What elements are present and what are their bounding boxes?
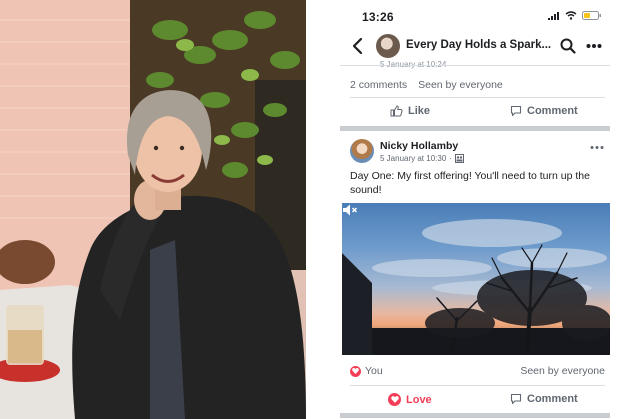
post-text: Day One: My first offering! You'll need … xyxy=(350,170,590,196)
post-separator xyxy=(340,413,610,418)
comment-count[interactable]: 2 comments xyxy=(350,79,407,91)
wifi-icon xyxy=(565,11,577,20)
author-name[interactable]: Nicky Hollamby xyxy=(380,140,458,152)
post-separator xyxy=(340,126,610,131)
status-bar: 13:26 xyxy=(340,0,610,30)
love-button[interactable]: Love xyxy=(388,393,432,406)
status-icons xyxy=(548,11,602,20)
divider xyxy=(340,65,610,66)
like-button[interactable]: Like xyxy=(390,105,430,117)
post-more-icon[interactable] xyxy=(590,145,604,150)
love-icon xyxy=(388,393,401,406)
divider xyxy=(350,385,605,386)
search-icon[interactable] xyxy=(560,38,576,54)
post-header: Nicky Hollamby 5 January at 10:30 · xyxy=(340,136,610,166)
like-label: Like xyxy=(408,105,431,117)
reaction-text: You xyxy=(365,365,383,377)
battery-icon xyxy=(582,11,601,20)
seen-by[interactable]: Seen by everyone xyxy=(520,365,605,377)
comment-button[interactable]: Comment xyxy=(510,105,578,117)
comment-icon xyxy=(510,105,522,117)
previous-post-stats: 2 comments Seen by everyone xyxy=(350,79,503,91)
divider xyxy=(350,97,605,98)
group-title[interactable]: Every Day Holds a Spark... xyxy=(406,39,551,51)
post-meta: 5 January at 10:30 · xyxy=(380,154,464,163)
reaction-summary: You Seen by everyone xyxy=(350,365,605,379)
reaction-you[interactable]: You xyxy=(350,365,383,377)
group-nav-bar: Every Day Holds a Spark... xyxy=(340,32,610,60)
post-video[interactable] xyxy=(342,203,610,355)
like-icon xyxy=(390,105,403,117)
group-avatar[interactable] xyxy=(376,34,400,58)
back-icon[interactable] xyxy=(350,37,366,55)
love-label: Love xyxy=(406,393,432,406)
members-icon xyxy=(454,154,464,163)
seen-by[interactable]: Seen by everyone xyxy=(418,79,503,91)
phone-screen: 13:26 Every Day Holds a Spark... 2 comme… xyxy=(340,0,610,419)
more-icon[interactable] xyxy=(586,43,602,49)
comment-button[interactable]: Comment xyxy=(510,393,578,405)
mute-icon[interactable] xyxy=(342,203,358,217)
comment-label: Comment xyxy=(527,393,578,405)
profile-photo xyxy=(0,0,306,419)
comment-icon xyxy=(510,393,522,405)
signal-icon xyxy=(548,11,559,20)
comment-label: Comment xyxy=(527,105,578,117)
author-avatar[interactable] xyxy=(350,139,374,163)
love-icon xyxy=(350,365,361,377)
post-time[interactable]: 5 January at 10:30 xyxy=(380,154,446,163)
status-time: 13:26 xyxy=(362,10,394,24)
